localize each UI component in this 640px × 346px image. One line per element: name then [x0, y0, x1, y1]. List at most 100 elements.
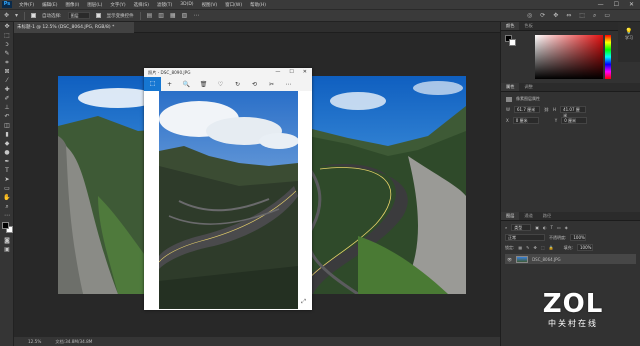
zoom-tool-icon[interactable]: ⌕	[0, 202, 14, 211]
menu-filter[interactable]: 滤镜(T)	[153, 2, 176, 8]
filter-adjust-icon[interactable]: ◐	[543, 225, 547, 230]
menu-type[interactable]: 文字(Y)	[106, 2, 129, 8]
brush-tool-icon[interactable]: ✐	[0, 94, 14, 103]
opacity-field[interactable]: 100%	[570, 234, 587, 241]
workspace-icon[interactable]: ▭	[604, 12, 610, 20]
learn-dock[interactable]: 💡 学习	[618, 22, 640, 62]
history-brush-icon[interactable]: ↶	[0, 112, 14, 121]
3d-pan-icon[interactable]: ✥	[553, 12, 558, 20]
see-all-photos-icon[interactable]: ⬚	[144, 77, 161, 91]
lock-move-icon[interactable]: ✥	[534, 245, 537, 250]
tab-paths[interactable]: 路径	[538, 212, 556, 220]
background-color-swatch[interactable]	[509, 39, 516, 46]
filter-shape-icon[interactable]: ▭	[557, 225, 561, 230]
menu-window[interactable]: 窗口(W)	[221, 2, 246, 8]
layer-name[interactable]: DSC_8064.JPG	[532, 257, 561, 262]
expand-icon[interactable]: ⤢	[301, 298, 306, 306]
eyedropper-tool-icon[interactable]: ⁄	[0, 76, 14, 85]
eraser-tool-icon[interactable]: ◫	[0, 121, 14, 130]
layer-row[interactable]: 👁 DSC_8064.JPG	[505, 254, 636, 264]
gradient-tool-icon[interactable]: ▮	[0, 130, 14, 139]
color-picker-field[interactable]	[535, 35, 603, 79]
lightbulb-icon[interactable]: 💡	[618, 28, 640, 35]
quick-mask-icon[interactable]: ◙	[0, 236, 14, 245]
tab-color[interactable]: 颜色	[501, 22, 520, 30]
filter-type-icon[interactable]: T	[551, 225, 553, 230]
lock-paint-icon[interactable]: ✎	[526, 245, 529, 250]
rectangle-tool-icon[interactable]: ▭	[0, 184, 14, 193]
clone-stamp-icon[interactable]: ⊥	[0, 103, 14, 112]
blend-mode-dropdown[interactable]: 正常	[505, 234, 545, 241]
3d-scale-icon[interactable]: ⬚	[579, 12, 585, 20]
screen-mode-icon[interactable]: ▣	[0, 245, 14, 254]
type-tool-icon[interactable]: T	[0, 166, 14, 175]
maximize-button[interactable]: ☐	[614, 1, 619, 8]
path-select-icon[interactable]: ➤	[0, 175, 14, 184]
viewer-title-bar[interactable]: 照片 - DSC_8090.JPG — ☐ ✕	[144, 68, 312, 77]
align-center-icon[interactable]: ▥	[158, 12, 164, 19]
menu-edit[interactable]: 编辑(E)	[38, 2, 61, 8]
visibility-eye-icon[interactable]: 👁	[507, 257, 512, 262]
viewer-minimize-button[interactable]: —	[275, 68, 280, 77]
filter-pixel-icon[interactable]: ▣	[535, 225, 539, 230]
crop-tool-icon[interactable]: ⌗	[0, 58, 14, 67]
menu-3d[interactable]: 3D(D)	[176, 2, 197, 7]
zoom-level[interactable]: 12.5%	[28, 337, 41, 346]
y-field[interactable]: 0 厘米	[561, 117, 588, 124]
viewer-close-button[interactable]: ✕	[303, 68, 307, 77]
menu-select[interactable]: 选择(S)	[130, 2, 153, 8]
crop-icon[interactable]: ⟲	[246, 81, 263, 88]
tab-adjustments[interactable]: 调整	[519, 83, 537, 91]
minimize-button[interactable]: —	[598, 1, 604, 8]
layer-kind-filter[interactable]: 类型	[511, 224, 532, 231]
auto-select-dropdown[interactable]: 图层	[67, 12, 90, 19]
color-swatches[interactable]	[0, 220, 13, 236]
tab-swatches[interactable]: 色板	[519, 22, 537, 30]
chevron-down-icon[interactable]: ▾	[15, 12, 18, 19]
edit-icon[interactable]: ✂	[263, 81, 280, 88]
menu-layer[interactable]: 图层(L)	[83, 2, 106, 8]
rotate-icon[interactable]: ↻	[229, 81, 246, 88]
align-right-icon[interactable]: ▦	[170, 12, 176, 19]
healing-brush-icon[interactable]: ✚	[0, 85, 14, 94]
lock-pixels-icon[interactable]: ▦	[518, 245, 522, 250]
more-options-icon[interactable]: ⋯	[193, 12, 199, 19]
more-tools-icon[interactable]: ⋯	[0, 211, 14, 220]
add-icon[interactable]: +	[161, 81, 178, 88]
menu-view[interactable]: 视图(V)	[198, 2, 222, 8]
menu-file[interactable]: 文件(F)	[15, 2, 38, 8]
tab-properties[interactable]: 属性	[501, 83, 520, 91]
link-icon[interactable]: ⛓	[544, 107, 549, 112]
menu-image[interactable]: 图像(I)	[61, 2, 83, 8]
delete-icon[interactable]: 🗑	[195, 81, 212, 88]
menu-help[interactable]: 帮助(H)	[246, 2, 270, 8]
3d-mode-icon[interactable]: ◎	[527, 12, 532, 20]
search-icon[interactable]: ⌕	[593, 12, 596, 20]
quick-select-tool-icon[interactable]: ✎	[0, 49, 14, 58]
lock-artboard-icon[interactable]: ⬚	[541, 245, 545, 250]
dodge-tool-icon[interactable]: ●	[0, 148, 14, 157]
lock-all-icon[interactable]: 🔒	[549, 245, 554, 250]
tab-layers[interactable]: 图层	[501, 212, 520, 220]
width-field[interactable]: 61.7 厘米	[513, 106, 540, 113]
filter-smart-icon[interactable]: ◈	[565, 225, 568, 230]
hand-tool-icon[interactable]: ✋	[0, 193, 14, 202]
3d-rotate-icon[interactable]: ⟳	[540, 12, 545, 20]
distribute-icon[interactable]: ▧	[182, 12, 188, 19]
lasso-tool-icon[interactable]: ↄ	[0, 40, 14, 49]
hue-slider[interactable]	[605, 35, 611, 79]
tab-channels[interactable]: 通道	[519, 212, 537, 220]
frame-tool-icon[interactable]: ⊠	[0, 67, 14, 76]
foreground-color-swatch[interactable]	[2, 222, 9, 229]
document-tab[interactable]: 未标题-1 @ 12.5% (DSC_8064.JPG, RGB/8) *	[14, 22, 134, 33]
x-field[interactable]: 0 厘米	[512, 117, 539, 124]
auto-select-checkbox[interactable]	[31, 13, 37, 18]
favorite-icon[interactable]: ♡	[212, 81, 229, 88]
fill-field[interactable]: 100%	[576, 244, 593, 251]
viewer-photo[interactable]	[159, 91, 298, 309]
zoom-icon[interactable]: 🔍	[178, 81, 195, 88]
more-icon[interactable]: ⋯	[280, 81, 297, 88]
viewer-maximize-button[interactable]: ☐	[289, 68, 293, 77]
transform-controls-checkbox[interactable]	[95, 13, 101, 18]
marquee-tool-icon[interactable]: ⬚	[0, 31, 14, 40]
